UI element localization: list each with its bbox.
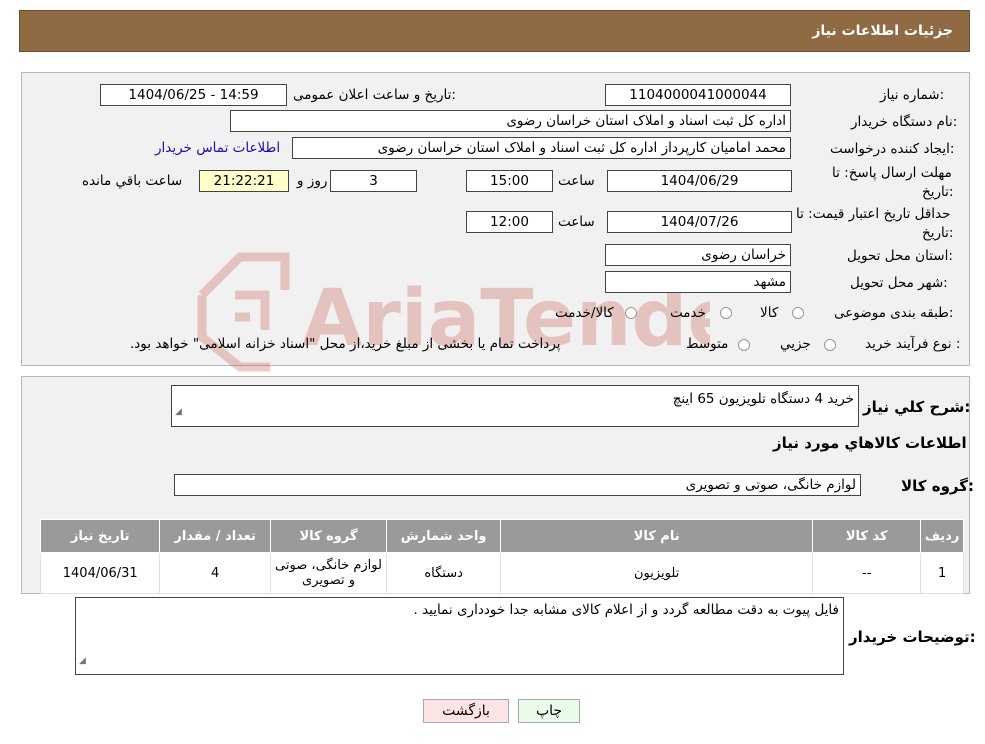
- col-unit: واحد شمارش: [386, 519, 502, 553]
- cell-code: --: [812, 552, 922, 594]
- buyer-field: اداره کل ثبت اسناد و املاک استان خراسان …: [230, 110, 791, 132]
- buyer-contact-link[interactable]: اطلاعات تماس خریدار: [155, 140, 280, 156]
- notes-text: فایل پیوت به دقت مطالعه گردد و از اعلام …: [413, 602, 839, 618]
- print-button[interactable]: چاپ: [518, 699, 580, 723]
- category-label: طبقه بندی موضوعی:: [834, 305, 954, 321]
- col-need-date: تاریخ نیاز: [39, 519, 161, 553]
- deadline-time-field: 15:00: [466, 170, 553, 192]
- validity-date-field: 1404/07/26: [607, 211, 792, 233]
- city-label: شهر محل تحویل:: [850, 275, 948, 291]
- deadline-time-label: ساعت: [558, 173, 595, 189]
- validity-label-date: تاریخ:: [922, 225, 954, 241]
- creator-field: محمد امامیان کارپرداز اداره کل ثبت اسناد…: [292, 137, 791, 159]
- col-group: گروه کالا: [269, 519, 388, 553]
- col-name: نام کالا: [500, 519, 814, 553]
- remaining-label: ساعت باقي مانده: [82, 173, 183, 189]
- process-note: پرداخت تمام یا بخشی از مبلغ خرید،از محل …: [130, 336, 561, 352]
- cell-quantity: 4: [159, 552, 271, 594]
- province-field: خراسان رضوی: [605, 244, 791, 266]
- back-button[interactable]: بازگشت: [423, 699, 509, 723]
- announce-field: 1404/06/25 - 14:59: [100, 84, 287, 106]
- category-goods-service-label: کالا/خدمت: [555, 305, 614, 321]
- summary-textarea[interactable]: خرید 4 دستگاه تلویزیون 65 اینچ ◢: [171, 385, 859, 427]
- validity-time-label: ساعت: [558, 214, 595, 230]
- cell-name: تلویزیون: [500, 552, 814, 594]
- process-medium-radio[interactable]: [738, 339, 750, 351]
- notes-textarea[interactable]: فایل پیوت به دقت مطالعه گردد و از اعلام …: [75, 597, 844, 675]
- process-medium-label: متوسط: [686, 336, 729, 352]
- creator-label: ایجاد کننده درخواست:: [830, 141, 955, 157]
- deadline-label-date: تاریخ:: [922, 184, 954, 200]
- category-service-label: خدمت: [670, 305, 706, 321]
- category-goods-radio[interactable]: [792, 307, 804, 319]
- goods-info-title: اطلاعات کالاهاي مورد نیاز: [773, 434, 967, 452]
- goods-table: تاریخ نیاز تعداد / مقدار گروه کالا واحد …: [39, 519, 964, 594]
- notes-label: توضیحات خریدار:: [849, 628, 976, 646]
- table-header-row: تاریخ نیاز تعداد / مقدار گروه کالا واحد …: [39, 519, 964, 553]
- col-code: کد کالا: [812, 519, 922, 553]
- col-quantity: تعداد / مقدار: [159, 519, 271, 553]
- remaining-days-field: 3: [330, 170, 417, 192]
- process-label: نوع فرآیند خرید :: [865, 336, 961, 352]
- page-title: جزئیات اطلاعات نیاز: [812, 23, 953, 39]
- process-partial-label: جزیي: [780, 336, 811, 352]
- resize-handle-icon[interactable]: ◢: [175, 399, 182, 425]
- category-goods-label: کالا: [760, 305, 779, 321]
- deadline-label: مهلت ارسال پاسخ: تا: [832, 165, 952, 181]
- category-goods-service-radio[interactable]: [625, 307, 637, 319]
- page-header: جزئیات اطلاعات نیاز: [19, 10, 970, 52]
- buyer-label: نام دستگاه خریدار:: [851, 114, 958, 130]
- cell-need-date: 1404/06/31: [39, 552, 161, 594]
- cell-group: لوازم خانگی، صوتی و تصویری: [269, 552, 388, 594]
- summary-text: خرید 4 دستگاه تلویزیون 65 اینچ: [672, 391, 854, 407]
- province-label: استان محل تحویل:: [847, 248, 953, 264]
- category-service-radio[interactable]: [720, 307, 732, 319]
- cell-row: 1: [920, 552, 964, 594]
- resize-handle-icon[interactable]: ◢: [79, 649, 86, 673]
- need-number-label: شماره نیاز:: [880, 87, 945, 103]
- cell-unit: دستگاه: [386, 552, 502, 594]
- need-number-field: 1104000041000044: [605, 84, 791, 106]
- validity-time-field: 12:00: [466, 211, 553, 233]
- deadline-date-field: 1404/06/29: [607, 170, 792, 192]
- city-field: مشهد: [605, 271, 791, 293]
- summary-label: شرح کلي نیاز:: [863, 398, 971, 416]
- process-partial-radio[interactable]: [824, 339, 836, 351]
- col-row: ردیف: [920, 519, 964, 553]
- days-label: روز و: [297, 173, 328, 189]
- announce-label: تاریخ و ساعت اعلان عمومی:: [293, 87, 456, 103]
- goods-group-label: گروه کالا:: [901, 477, 974, 495]
- remaining-time-field: 21:22:21: [199, 170, 289, 192]
- table-row: 1404/06/31 4 لوازم خانگی، صوتی و تصویری …: [39, 552, 964, 594]
- goods-group-field: لوازم خانگی، صوتی و تصویری: [174, 474, 861, 496]
- validity-label: حداقل تاریخ اعتبار قیمت: تا: [796, 206, 951, 222]
